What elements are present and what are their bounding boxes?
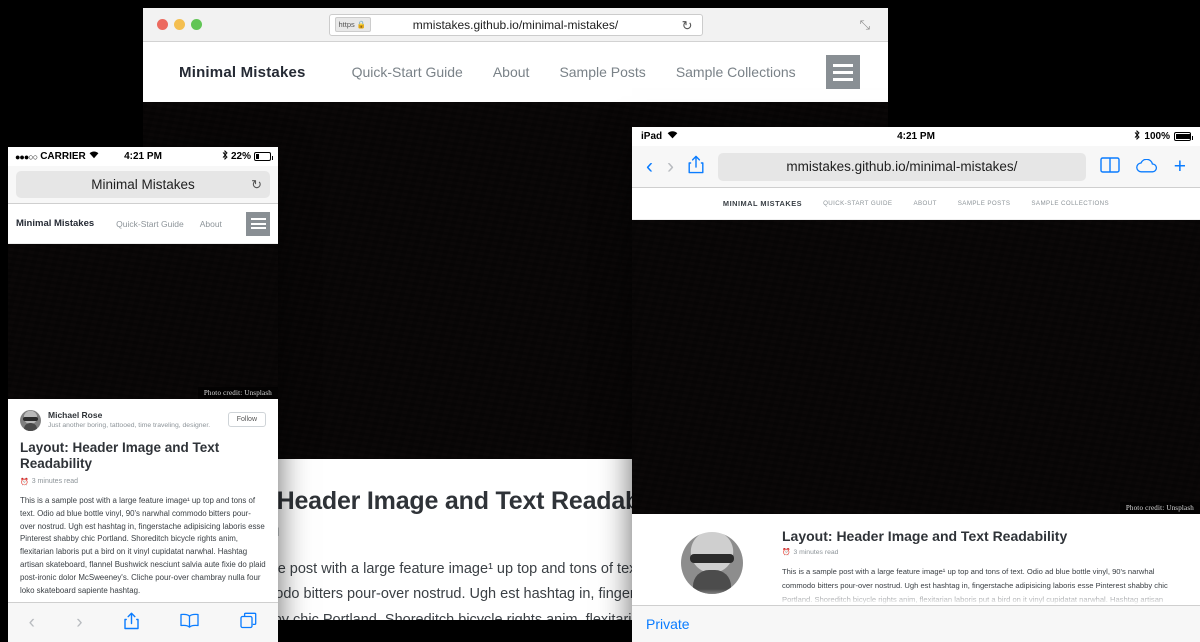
battery-icon — [1174, 132, 1191, 141]
iphone-site-nav: Minimal Mistakes Quick-Start Guide About — [8, 204, 278, 244]
read-time-label: 3 minutes read — [32, 478, 78, 485]
expand-icon[interactable]: ⤡ — [860, 17, 870, 33]
ipad-toolbar-right: + — [1100, 156, 1186, 177]
iphone-status-bar: ●●●○○ CARRIER 4:21 PM 22% — [8, 147, 278, 166]
forward-icon[interactable]: › — [667, 156, 674, 177]
nav-link-sample-posts[interactable]: Sample Posts — [559, 64, 645, 80]
site-brand[interactable]: MINIMAL MISTAKES — [723, 199, 802, 208]
iphone-hero-image: Photo credit: Unsplash — [8, 244, 278, 399]
iphone-safari-bar: Minimal Mistakes ↻ — [8, 166, 278, 204]
forward-icon[interactable]: › — [76, 613, 82, 632]
ipad-url-text: mmistakes.github.io/minimal-mistakes/ — [786, 159, 1017, 174]
read-time-label: 3 minutes read — [793, 549, 838, 556]
minimize-window-button[interactable] — [174, 19, 185, 30]
reload-icon[interactable]: ↻ — [251, 177, 262, 193]
follow-button[interactable]: Follow — [228, 412, 266, 427]
site-nav-links: Quick-Start Guide About — [116, 219, 222, 229]
site-brand[interactable]: Minimal Mistakes — [179, 64, 306, 81]
reload-icon[interactable]: ↻ — [682, 18, 693, 34]
site-brand[interactable]: Minimal Mistakes — [16, 218, 94, 229]
back-icon[interactable]: ‹ — [646, 156, 653, 177]
avatar — [20, 410, 41, 431]
iphone-device-screenshot: ●●●○○ CARRIER 4:21 PM 22% Minimal Mistak… — [8, 147, 278, 642]
battery-percent: 22% — [231, 151, 251, 162]
bookmarks-icon[interactable] — [180, 613, 199, 632]
hamburger-menu-icon[interactable] — [826, 55, 860, 89]
share-icon[interactable] — [688, 155, 704, 178]
tabs-icon[interactable] — [240, 612, 257, 633]
post-read-time: ⏰ 3 minutes read — [20, 478, 266, 486]
ipad-status-right: 100% — [1134, 130, 1191, 143]
desktop-address-bar[interactable]: https 🔒 mmistakes.github.io/minimal-mist… — [329, 14, 703, 36]
ipad-safari-toolbar: ‹ › mmistakes.github.io/minimal-mistakes… — [632, 146, 1200, 188]
battery-percent: 100% — [1144, 131, 1170, 142]
wifi-icon — [667, 131, 678, 142]
post-title: Layout: Header Image and Text Readabilit… — [20, 440, 266, 473]
private-label[interactable]: Private — [646, 616, 690, 632]
ipad-device-screenshot: iPad 4:21 PM 100% ‹ › mmistakes.github.i… — [632, 127, 1200, 642]
desktop-url-text: mmistakes.github.io/minimal-mistakes/ — [413, 18, 618, 32]
ipad-hero-image: Photo credit: Unsplash — [632, 220, 1200, 514]
share-icon[interactable] — [124, 612, 139, 634]
close-window-button[interactable] — [157, 19, 168, 30]
desktop-browser-chrome: https 🔒 mmistakes.github.io/minimal-mist… — [143, 8, 888, 42]
iphone-bottom-toolbar: ‹ › — [8, 602, 278, 642]
post-paragraph: This is a sample post with a large featu… — [20, 495, 266, 597]
nav-link-quick-start-guide[interactable]: Quick-Start Guide — [352, 64, 463, 80]
nav-link-sample-collections[interactable]: SAMPLE COLLECTIONS — [1031, 200, 1109, 207]
nav-link-about[interactable]: About — [493, 64, 530, 80]
window-traffic-lights — [157, 19, 202, 30]
autumn-leaves-photo — [8, 244, 278, 399]
new-tab-icon[interactable]: + — [1174, 156, 1186, 177]
clock-icon: ⏰ — [20, 478, 29, 486]
ipad-status-bar: iPad 4:21 PM 100% — [632, 127, 1200, 146]
iphone-clock: 4:21 PM — [124, 151, 162, 162]
iphone-carrier-group: ●●●○○ CARRIER — [15, 151, 99, 162]
nav-link-quick-start-guide[interactable]: Quick-Start Guide — [116, 219, 184, 229]
author-row: Michael Rose Just another boring, tattoo… — [20, 410, 266, 431]
https-label: https — [339, 20, 355, 29]
ipad-device-label: iPad — [641, 131, 662, 142]
nav-link-quick-start-guide[interactable]: QUICK-START GUIDE — [823, 200, 892, 207]
icloud-icon[interactable] — [1136, 156, 1158, 177]
battery-icon — [254, 152, 271, 161]
author-bio: Just another boring, tattooed, time trav… — [48, 422, 210, 429]
hamburger-menu-icon[interactable] — [246, 212, 270, 236]
carrier-label: CARRIER — [40, 151, 86, 162]
author-text: Michael Rose Just another boring, tattoo… — [48, 410, 210, 429]
post-title: Layout: Header Image and Text Readabilit… — [782, 528, 1178, 544]
author-name: Michael Rose — [48, 410, 210, 420]
iphone-address-bar[interactable]: Minimal Mistakes ↻ — [16, 171, 270, 198]
iphone-page-title: Minimal Mistakes — [91, 177, 195, 192]
nav-link-sample-posts[interactable]: SAMPLE POSTS — [958, 200, 1011, 207]
site-nav-links: Quick-Start Guide About Sample Posts Sam… — [352, 64, 796, 80]
iphone-post-body: Michael Rose Just another boring, tattoo… — [8, 399, 278, 619]
bluetooth-icon — [222, 150, 228, 163]
back-icon[interactable]: ‹ — [29, 613, 35, 632]
photo-credit-label: Photo credit: Unsplash — [198, 387, 278, 399]
ipad-private-bar: Private — [632, 605, 1200, 642]
photo-credit-label: Photo credit: Unsplash — [1120, 502, 1200, 514]
bookmarks-icon[interactable] — [1100, 156, 1120, 177]
zoom-window-button[interactable] — [191, 19, 202, 30]
desktop-site-nav: Minimal Mistakes Quick-Start Guide About… — [143, 42, 888, 102]
autumn-leaves-photo — [632, 220, 1200, 514]
nav-link-sample-collections[interactable]: Sample Collections — [676, 64, 796, 80]
ipad-address-bar[interactable]: mmistakes.github.io/minimal-mistakes/ — [718, 153, 1086, 181]
post-read-time: ⏰ 3 minutes read — [782, 548, 1178, 556]
clock-icon: ⏰ — [782, 548, 790, 556]
ipad-site-nav: MINIMAL MISTAKES QUICK-START GUIDE ABOUT… — [632, 188, 1200, 220]
nav-link-about[interactable]: ABOUT — [913, 200, 936, 207]
wifi-icon — [89, 151, 99, 162]
nav-link-about[interactable]: About — [200, 219, 222, 229]
https-badge: https 🔒 — [335, 17, 372, 32]
ipad-clock: 4:21 PM — [897, 131, 935, 142]
iphone-status-right: 22% — [222, 150, 271, 163]
signal-strength-icon: ●●●○○ — [15, 152, 37, 162]
avatar — [681, 532, 743, 594]
bluetooth-icon — [1134, 130, 1140, 143]
lock-icon: 🔒 — [357, 20, 366, 29]
